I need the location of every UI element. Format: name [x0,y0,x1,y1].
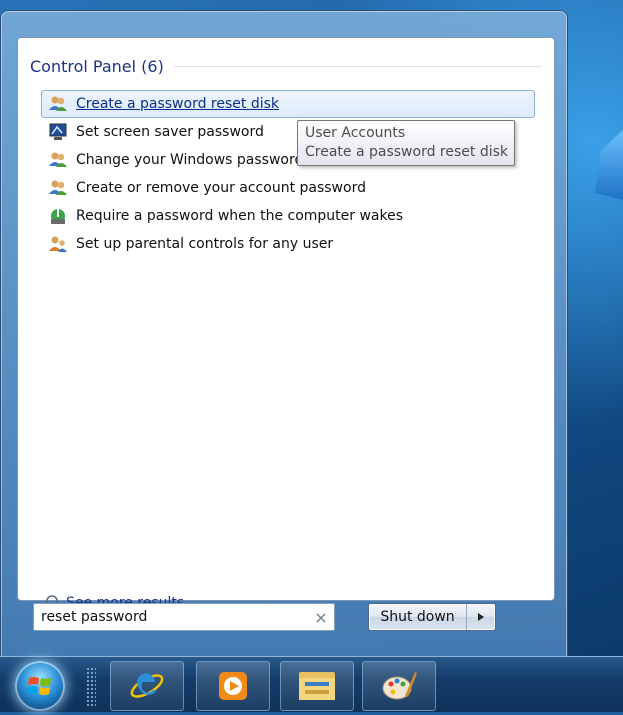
paint-icon [382,672,417,700]
shutdown-options-button[interactable] [467,604,495,630]
result-create-password-reset-disk[interactable]: Create a password reset disk [41,90,535,118]
shutdown-split-button: Shut down [368,603,496,631]
user-accounts-icon [49,96,67,111]
result-label: Create or remove your account password [76,180,366,196]
result-label: Create a password reset disk [76,96,279,112]
media-player-button[interactable] [196,661,270,711]
chevron-right-icon [478,613,484,621]
screen-saver-icon [49,123,67,140]
result-set-up-parental-controls[interactable]: Set up parental controls for any user [41,230,535,258]
media-player-icon [219,672,247,700]
power-options-icon [51,208,65,224]
user-accounts-icon [49,152,67,167]
taskbar [0,656,623,712]
taskbar-gripper [86,667,96,707]
windows-explorer-icon [299,672,335,700]
results-list: Create a password reset disk Set screen … [41,90,546,258]
internet-explorer-button[interactable] [110,661,184,711]
group-title[interactable]: Control Panel (6) [30,57,164,76]
paint-button[interactable] [362,661,436,711]
start-menu: Control Panel (6) Create a password rese… [0,10,568,658]
windows-orb-icon[interactable] [15,661,65,711]
windows-logo-icon [27,677,51,695]
parental-controls-icon [49,236,67,252]
tooltip: User Accounts Create a password reset di… [297,120,515,166]
result-label: Require a password when the computer wak… [76,208,404,224]
shutdown-button[interactable]: Shut down [369,604,467,630]
internet-explorer-icon [130,673,164,698]
windows-explorer-button[interactable] [280,661,354,711]
result-label: Set up parental controls for any user [76,236,334,252]
search-input[interactable] [34,604,308,630]
user-accounts-icon [49,180,67,195]
group-header: Control Panel (6) [30,54,542,78]
search-box: × [33,603,335,631]
group-divider [173,65,542,67]
tooltip-description: Create a password reset disk [305,144,508,160]
result-label: Set screen saver password [76,124,264,140]
result-label: Change your Windows password [76,152,304,168]
result-create-or-remove-account-password[interactable]: Create or remove your account password [41,174,535,202]
result-require-password-on-wake[interactable]: Require a password when the computer wak… [41,202,535,230]
wallpaper-logo [595,130,623,200]
tooltip-title: User Accounts [305,125,406,141]
clear-search-button[interactable]: × [308,608,334,627]
